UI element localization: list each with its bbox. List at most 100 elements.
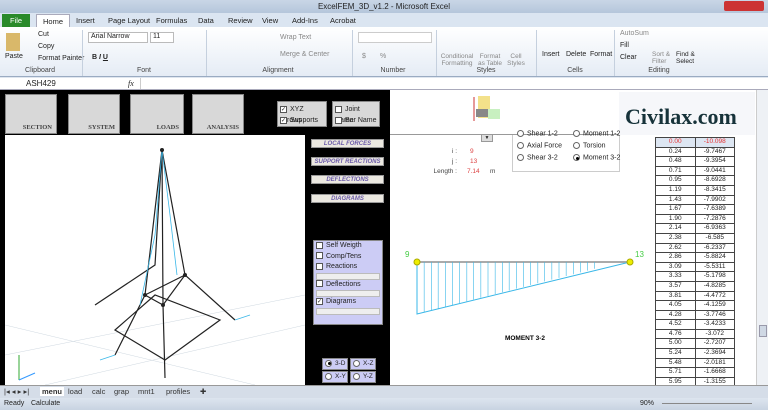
option-slider[interactable]	[316, 307, 380, 315]
table-row[interactable]: 1.90 -7.2876	[655, 214, 735, 225]
copy-button[interactable]: Copy	[38, 43, 54, 50]
cell-x[interactable]: 1.90	[656, 214, 696, 224]
sheet-nav-buttons[interactable]: |◂ ◂ ▸ ▸|	[4, 387, 29, 396]
loads-button[interactable]: LOADS	[130, 94, 184, 134]
sheet-tab-mnt1[interactable]: mnt1	[138, 387, 155, 396]
ribbon-tab-data[interactable]: Data	[192, 14, 220, 27]
cut-button[interactable]: Cut	[38, 31, 49, 38]
option-slider[interactable]	[316, 272, 380, 280]
radio-icon[interactable]	[573, 142, 580, 149]
radio-icon[interactable]	[573, 154, 580, 161]
sort-filter-button[interactable]: Sort & Filter	[652, 51, 672, 65]
radio-icon[interactable]	[517, 154, 524, 161]
table-row[interactable]: 5.00 -2.7207	[655, 339, 735, 350]
cell-x[interactable]: 4.05	[656, 301, 696, 310]
table-row[interactable]: 1.19 -8.3415	[655, 185, 735, 196]
cell-moment[interactable]: -2.3694	[696, 349, 735, 358]
checkbox-joint-name[interactable]: Joint Name	[335, 104, 377, 124]
cell-moment[interactable]: -9.3954	[696, 157, 735, 166]
cell-moment[interactable]: -4.1259	[696, 301, 735, 310]
cell-moment[interactable]: -5.8824	[696, 253, 735, 262]
ribbon-tab-file[interactable]: File	[2, 14, 30, 27]
autosum-button[interactable]: AutoSum	[620, 30, 649, 37]
checkbox-icon[interactable]	[316, 241, 323, 249]
cell-moment[interactable]: -2.0181	[696, 359, 735, 368]
table-row[interactable]: 5.71 -1.6668	[655, 368, 735, 378]
option-deflections[interactable]: Deflections	[314, 280, 382, 291]
format-painter-button[interactable]: Format Painter	[38, 55, 84, 62]
table-row[interactable]: 2.14 -6.9363	[655, 224, 735, 234]
cell-moment[interactable]: -4.8285	[696, 282, 735, 291]
insert-button[interactable]: Insert	[542, 51, 560, 58]
checkbox-icon[interactable]	[316, 262, 323, 270]
cell-x[interactable]: 5.48	[656, 358, 696, 368]
table-row[interactable]: 4.28 -3.7746	[655, 310, 735, 321]
radio-icon[interactable]	[325, 372, 332, 380]
find-select-button[interactable]: Find & Select	[676, 51, 698, 65]
ribbon-tab-insert[interactable]: Insert	[70, 14, 101, 27]
percent-button[interactable]: %	[380, 53, 386, 60]
cell-moment[interactable]: -7.9902	[696, 196, 735, 205]
cell-x[interactable]: 2.14	[656, 224, 696, 233]
cell-x[interactable]: 5.00	[656, 339, 696, 349]
cell-x[interactable]: 0.00	[656, 138, 696, 147]
cell-x[interactable]: 5.71	[656, 368, 696, 377]
diagrams-button[interactable]: DIAGRAMS	[311, 194, 384, 203]
view-mode-xy[interactable]: X-Y	[322, 371, 348, 383]
radio-icon[interactable]	[353, 372, 360, 380]
ribbon-tab-page-layout[interactable]: Page Layout	[102, 14, 156, 27]
cell-moment[interactable]: -10.098	[696, 138, 735, 147]
table-row[interactable]: 5.48 -2.0181	[655, 358, 735, 369]
name-box[interactable]: ASH429	[2, 79, 92, 89]
option-comp-tens[interactable]: Comp/Tens	[314, 252, 382, 263]
ribbon-tab-review[interactable]: Review	[222, 14, 259, 27]
cell-x[interactable]: 3.33	[656, 272, 696, 281]
table-row[interactable]: 4.52 -3.4233	[655, 320, 735, 330]
sheet-tab-profiles[interactable]: profiles	[166, 387, 190, 396]
cell-x[interactable]: 3.81	[656, 291, 696, 301]
cell-moment[interactable]: -3.7746	[696, 311, 735, 320]
radio-moment-1-2[interactable]: Moment 1-2	[573, 130, 620, 137]
table-row[interactable]: 3.57 -4.8285	[655, 281, 735, 292]
view-mode-xz[interactable]: X-Z	[350, 358, 376, 370]
table-row[interactable]: 5.24 -2.3694	[655, 349, 735, 359]
ribbon-tab-view[interactable]: View	[256, 14, 284, 27]
view-mode-yz[interactable]: Y-Z	[350, 371, 376, 383]
fill-button[interactable]: Fill	[620, 42, 629, 49]
cell-moment[interactable]: -9.7467	[696, 148, 735, 157]
node-j[interactable]	[626, 258, 634, 266]
fx-icon[interactable]: fx	[128, 79, 134, 88]
radio-icon[interactable]	[573, 130, 580, 137]
checkbox-bar-name[interactable]: Bar Name	[335, 115, 377, 126]
checkbox-icon[interactable]	[335, 105, 342, 113]
checkbox-icon[interactable]: ✓	[280, 105, 287, 113]
bold-button[interactable]: B I U	[92, 54, 108, 61]
radio-shear-1-2[interactable]: Shear 1-2	[517, 130, 558, 137]
analysis-button[interactable]: ANALYSIS	[192, 94, 244, 134]
table-row[interactable]: 2.38 -6.585	[655, 233, 735, 244]
checkbox-icon[interactable]	[335, 116, 342, 124]
checkbox-icon[interactable]: ✓	[280, 116, 287, 124]
cell-moment[interactable]: -9.0441	[696, 167, 735, 176]
ribbon-tab-formulas[interactable]: Formulas	[150, 14, 193, 27]
cell-moment[interactable]: -8.3415	[696, 186, 735, 195]
table-row[interactable]: 2.86 -5.8824	[655, 253, 735, 263]
radio-icon[interactable]	[353, 359, 360, 367]
cell-moment[interactable]: -2.7207	[696, 339, 735, 348]
ribbon-tab-acrobat[interactable]: Acrobat	[324, 14, 362, 27]
format-as-table-button[interactable]: Format as Table	[476, 53, 504, 67]
option-self-weigth[interactable]: Self Weigth	[314, 241, 382, 252]
table-row[interactable]: 0.24 -9.7467	[655, 147, 735, 158]
cell-x[interactable]: 3.57	[656, 281, 696, 291]
node-i[interactable]	[413, 258, 421, 266]
cell-x[interactable]: 1.19	[656, 185, 696, 195]
table-row[interactable]: 0.48 -9.3954	[655, 157, 735, 167]
table-row[interactable]: 2.62 -6.2337	[655, 243, 735, 254]
sheet-tab-calc[interactable]: calc	[92, 387, 105, 396]
table-row[interactable]: 3.81 -4.4772	[655, 291, 735, 302]
clear-button[interactable]: Clear	[620, 54, 637, 61]
ribbon-tab-add-ins[interactable]: Add-Ins	[286, 14, 324, 27]
radio-icon[interactable]	[517, 142, 524, 149]
cell-moment[interactable]: -6.585	[696, 234, 735, 243]
dropdown-button[interactable]: ▼	[481, 134, 493, 142]
